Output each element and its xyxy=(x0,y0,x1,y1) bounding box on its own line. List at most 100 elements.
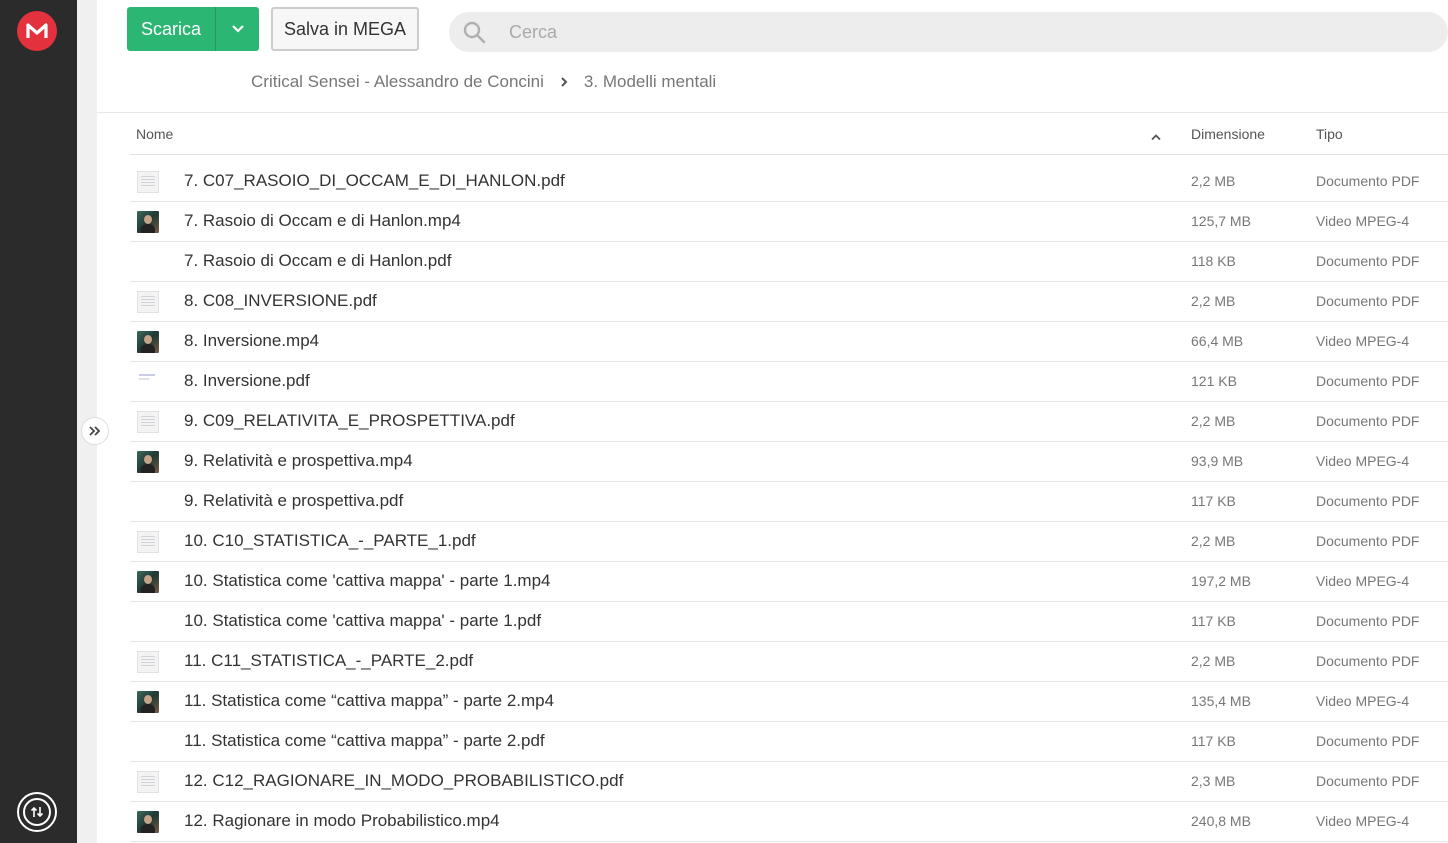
file-name[interactable]: 8. Inversione.mp4 xyxy=(184,331,319,351)
file-size: 117 KB xyxy=(1191,733,1236,749)
chevron-down-icon[interactable] xyxy=(216,7,259,51)
file-name[interactable]: 9. Relatività e prospettiva.mp4 xyxy=(184,451,413,471)
column-header-type[interactable]: Tipo xyxy=(1316,126,1343,142)
table-row[interactable]: 10. Statistica come 'cattiva mappa' - pa… xyxy=(130,562,1448,602)
file-type: Documento PDF xyxy=(1316,733,1420,749)
table-row[interactable]: 9. C09_RELATIVITA_E_PROSPETTIVA.pdf 2,2 M… xyxy=(130,402,1448,442)
table-row[interactable]: 9. Relatività e prospettiva.pdf 117 KB Doc… xyxy=(130,482,1448,522)
video-thumbnail-icon xyxy=(137,451,159,473)
sort-ascending-icon[interactable] xyxy=(1150,128,1162,144)
mega-logo-icon[interactable] xyxy=(17,11,57,51)
breadcrumb-current[interactable]: 3. Modelli mentali xyxy=(584,72,716,92)
file-name[interactable]: 7. C07_RASOIO_DI_OCCAM_E_DI_HANLON.pdf xyxy=(184,171,565,191)
file-size: 66,4 MB xyxy=(1191,333,1244,349)
file-name[interactable]: 8. C08_INVERSIONE.pdf xyxy=(184,291,377,311)
pdf-thumbnail-icon xyxy=(137,651,159,673)
save-to-mega-button[interactable]: Salva in MEGA xyxy=(271,7,419,51)
file-type: Documento PDF xyxy=(1316,533,1420,549)
file-name[interactable]: 12. Ragionare in modo Probabilistico.mp4 xyxy=(184,811,500,831)
chevron-right-icon xyxy=(560,76,568,88)
table-row[interactable]: 7. Rasoio di Occam e di Hanlon.mp4 125,7 … xyxy=(130,202,1448,242)
file-type: Documento PDF xyxy=(1316,373,1420,389)
search-input[interactable] xyxy=(509,21,1389,43)
file-name[interactable]: 11. Statistica come “cattiva mappa” - pa… xyxy=(184,731,545,751)
file-name[interactable]: 8. Inversione.pdf xyxy=(184,371,310,391)
file-size: 2,2 MB xyxy=(1191,413,1236,429)
table-row[interactable]: 11. Statistica come “cattiva mappa” - pa… xyxy=(130,722,1448,762)
table-row[interactable]: 10. C10_STATISTICA_-_PARTE_1.pdf 2,2 MB Do… xyxy=(130,522,1448,562)
download-button-label[interactable]: Scarica xyxy=(127,7,215,51)
file-size: 2,2 MB xyxy=(1191,533,1236,549)
pdf-thumbnail-icon xyxy=(137,411,159,433)
file-type: Documento PDF xyxy=(1316,293,1420,309)
file-size: 2,2 MB xyxy=(1191,653,1236,669)
file-type: Video MPEG-4 xyxy=(1316,813,1410,829)
file-size: 117 KB xyxy=(1191,613,1236,629)
video-thumbnail-icon xyxy=(137,691,159,713)
table-row[interactable]: 10. Statistica come 'cattiva mappa' - pa… xyxy=(130,602,1448,642)
file-name[interactable]: 9. C09_RELATIVITA_E_PROSPETTIVA.pdf xyxy=(184,411,515,431)
table-row[interactable]: 7. Rasoio di Occam e di Hanlon.pdf 118 KB… xyxy=(130,242,1448,282)
file-size: 197,2 MB xyxy=(1191,573,1251,589)
file-type: Video MPEG-4 xyxy=(1316,213,1410,229)
table-row[interactable]: 7. C07_RASOIO_DI_OCCAM_E_DI_HANLON.pdf 2,… xyxy=(130,162,1448,202)
file-name[interactable]: 10. Statistica come 'cattiva mappa' - pa… xyxy=(184,571,551,591)
column-header-name[interactable]: Nome xyxy=(136,126,173,142)
breadcrumb: Critical Sensei - Alessandro de Concini … xyxy=(251,71,716,93)
table-row[interactable]: 8. Inversione.pdf 121 KB Documento PDF xyxy=(130,362,1448,402)
file-type: Documento PDF xyxy=(1316,653,1420,669)
file-name[interactable]: 11. Statistica come “cattiva mappa” - pa… xyxy=(184,691,554,711)
file-size: 93,9 MB xyxy=(1191,453,1244,469)
file-size: 117 KB xyxy=(1191,493,1236,509)
column-header-size[interactable]: Dimensione xyxy=(1191,126,1265,142)
pdf-thumbnail-icon xyxy=(137,531,159,553)
file-type: Documento PDF xyxy=(1316,613,1420,629)
table-row[interactable]: 8. C08_INVERSIONE.pdf 2,2 MB Documento PDF xyxy=(130,282,1448,322)
table-row[interactable]: 9. Relatività e prospettiva.mp4 93,9 MB Vi… xyxy=(130,442,1448,482)
file-type: Video MPEG-4 xyxy=(1316,453,1410,469)
breadcrumb-parent[interactable]: Critical Sensei - Alessandro de Concini xyxy=(251,72,544,92)
file-type: Documento PDF xyxy=(1316,253,1420,269)
file-size: 118 KB xyxy=(1191,253,1236,269)
table-row[interactable]: 12. Ragionare in modo Probabilistico.mp4… xyxy=(130,802,1448,842)
file-name[interactable]: 11. C11_STATISTICA_-_PARTE_2.pdf xyxy=(184,651,473,671)
file-size: 240,8 MB xyxy=(1191,813,1251,829)
file-name[interactable]: 10. Statistica come 'cattiva mappa' - pa… xyxy=(184,611,541,631)
video-thumbnail-icon xyxy=(137,811,159,833)
table-row[interactable]: 8. Inversione.mp4 66,4 MB Video MPEG-4 xyxy=(130,322,1448,362)
file-name[interactable]: 9. Relatività e prospettiva.pdf xyxy=(184,491,403,511)
pdf-thumbnail-icon xyxy=(137,371,159,393)
file-name[interactable]: 12. C12_RAGIONARE_IN_MODO_PROBABILISTICO… xyxy=(184,771,623,791)
empty-thumbnail xyxy=(137,251,159,273)
download-button[interactable]: Scarica xyxy=(127,7,259,51)
file-type: Video MPEG-4 xyxy=(1316,693,1410,709)
file-size: 2,2 MB xyxy=(1191,173,1236,189)
main-content: Scarica Salva in MEGA Critical Sensei - … xyxy=(97,0,1448,843)
video-thumbnail-icon xyxy=(137,571,159,593)
video-thumbnail-icon xyxy=(137,211,159,233)
table-header: Nome Dimensione Tipo xyxy=(130,113,1448,155)
file-size: 135,4 MB xyxy=(1191,693,1251,709)
table-row[interactable]: 11. C11_STATISTICA_-_PARTE_2.pdf 2,2 MB Do… xyxy=(130,642,1448,682)
table-row[interactable]: 12. C12_RAGIONARE_IN_MODO_PROBABILISTICO… xyxy=(130,762,1448,802)
file-type: Video MPEG-4 xyxy=(1316,573,1410,589)
file-name[interactable]: 10. C10_STATISTICA_-_PARTE_1.pdf xyxy=(184,531,476,551)
table-row[interactable]: 11. Statistica come “cattiva mappa” - pa… xyxy=(130,682,1448,722)
expand-sidebar-icon[interactable] xyxy=(81,417,109,445)
file-list: 7. C07_RASOIO_DI_OCCAM_E_DI_HANLON.pdf 2,… xyxy=(130,162,1448,842)
empty-thumbnail xyxy=(137,491,159,513)
transfer-manager-icon[interactable] xyxy=(17,792,57,832)
file-type: Documento PDF xyxy=(1316,493,1420,509)
search-icon[interactable] xyxy=(449,20,499,44)
left-rail xyxy=(0,0,77,843)
file-type: Video MPEG-4 xyxy=(1316,333,1410,349)
empty-thumbnail xyxy=(137,611,159,633)
file-type: Documento PDF xyxy=(1316,413,1420,429)
file-name[interactable]: 7. Rasoio di Occam e di Hanlon.mp4 xyxy=(184,211,461,231)
search-bar[interactable] xyxy=(449,12,1448,52)
pdf-thumbnail-icon xyxy=(137,291,159,313)
file-size: 121 KB xyxy=(1191,373,1237,389)
file-type: Documento PDF xyxy=(1316,773,1420,789)
file-name[interactable]: 7. Rasoio di Occam e di Hanlon.pdf xyxy=(184,251,451,271)
pdf-thumbnail-icon xyxy=(137,171,159,193)
